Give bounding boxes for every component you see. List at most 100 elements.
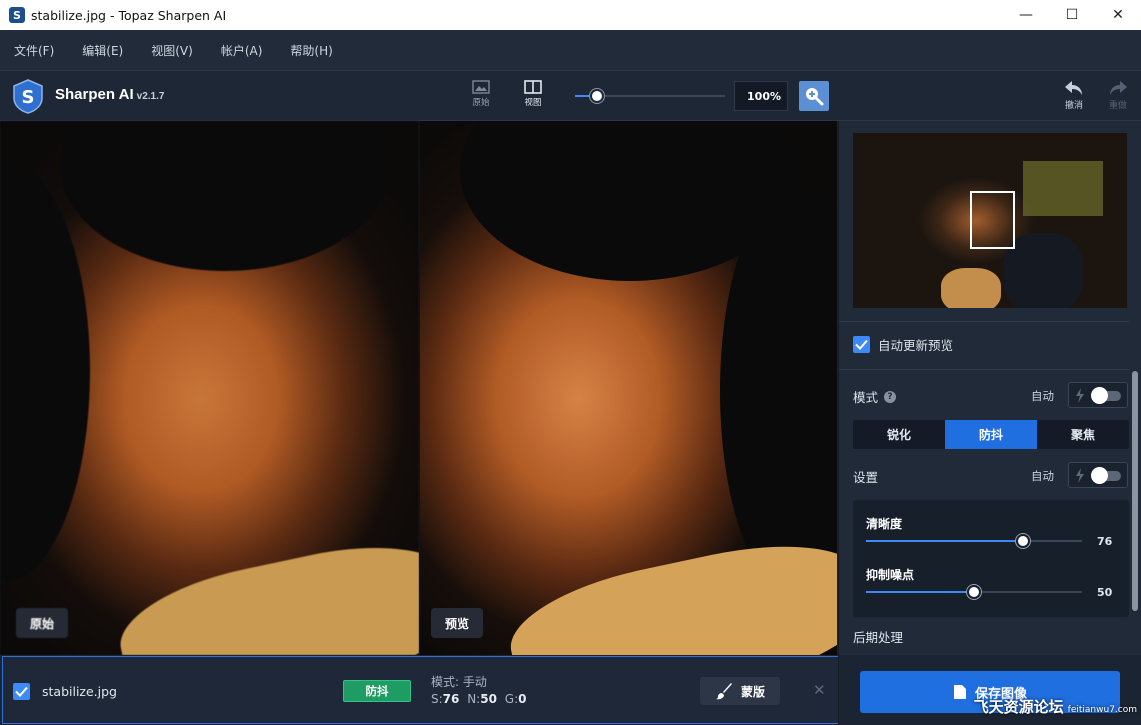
noise-suppression-label: 抑制噪点: [866, 568, 915, 582]
s-label: S:: [431, 692, 443, 706]
menu-help[interactable]: 帮助(H): [290, 42, 332, 59]
original-image-pane[interactable]: 原始: [0, 121, 419, 655]
brush-icon: [715, 683, 732, 700]
sharpness-slider-thumb[interactable]: [1016, 534, 1030, 548]
app-icon: S: [9, 7, 25, 23]
svg-text:S: S: [22, 87, 35, 108]
thumbnail-shoulder: [941, 268, 1001, 308]
toggle-knob: [1091, 467, 1108, 484]
settings-auto-label: 自动: [1031, 469, 1054, 483]
original-view-label: 原始: [472, 98, 490, 108]
mode-auto-label: 自动: [1031, 389, 1054, 403]
window-title: stabilize.jpg - Topaz Sharpen AI: [31, 7, 227, 23]
thumbnail-background-light: [1023, 161, 1103, 216]
remove-file-button[interactable]: ✕: [813, 681, 826, 699]
mode-sharpen-tab[interactable]: 锐化: [853, 420, 945, 449]
watermark: 飞天资源论坛 feitianwu7.com: [974, 696, 1137, 717]
settings-panel: 自动更新预览 模式 ? 自动 锐化 防抖 聚焦 设置 自动 清晰度 76 抑制噪…: [838, 121, 1141, 655]
zoom-slider-thumb[interactable]: [590, 89, 604, 103]
undo-label: 撤消: [1064, 101, 1083, 111]
settings-title: 设置: [853, 470, 879, 485]
original-view-button[interactable]: 原始: [461, 80, 501, 108]
separator: [839, 369, 1129, 370]
settings-auto-toggle[interactable]: [1068, 462, 1128, 488]
file-bar: stabilize.jpg 防抖 模式: 手动 S:76 N:50 G:0 蒙版…: [0, 655, 839, 725]
save-file-icon: [953, 685, 966, 699]
auto-update-checkbox[interactable]: [853, 336, 870, 353]
s-value: 76: [442, 692, 460, 706]
file-card[interactable]: stabilize.jpg 防抖 模式: 手动 S:76 N:50 G:0 蒙版…: [2, 656, 839, 724]
zoom-in-icon: [806, 88, 824, 106]
thumbnail-figure: [1003, 233, 1083, 308]
help-icon[interactable]: ?: [884, 390, 897, 403]
watermark-domain: feitianwu7.com: [1067, 705, 1137, 715]
brand-version: v2.1.7: [136, 91, 165, 102]
sharpness-value: 76: [1097, 535, 1113, 548]
mode-badge: 防抖: [343, 680, 411, 702]
zoom-button[interactable]: [799, 81, 829, 111]
redo-label: 重做: [1108, 101, 1127, 111]
mode-stabilize-tab[interactable]: 防抖: [945, 420, 1037, 449]
navigator-viewport-box[interactable]: [970, 191, 1015, 249]
lightning-icon: [1076, 388, 1084, 403]
toggle-knob: [1091, 387, 1108, 404]
separator: [839, 321, 1129, 322]
navigator-thumbnail[interactable]: [853, 133, 1127, 308]
g-label: G:: [504, 692, 519, 706]
save-area: 保存图像 飞天资源论坛 feitianwu7.com: [838, 655, 1141, 725]
noise-suppression-value: 50: [1097, 586, 1113, 599]
redo-button[interactable]: 重做: [1102, 79, 1134, 111]
sharpness-slider-fill: [866, 540, 1030, 542]
toolbar: S Sharpen AI v2.1.7 原始 视图 100% 撤消 重做: [0, 70, 1141, 121]
auto-update-label: 自动更新预览: [878, 338, 954, 353]
noise-suppression-slider-fill: [866, 591, 974, 593]
mode-selector: 锐化 防抖 聚焦: [853, 420, 1129, 449]
image-icon: [472, 80, 490, 94]
noise-suppression-slider-thumb[interactable]: [967, 585, 981, 599]
menu-account[interactable]: 帐户(A): [221, 42, 263, 59]
lightning-icon: [1076, 468, 1084, 483]
mask-button[interactable]: 蒙版: [700, 677, 780, 705]
sharpness-label: 清晰度: [866, 517, 903, 531]
hair-shape: [60, 121, 390, 271]
split-view-label: 视图: [524, 98, 542, 108]
title-bar: S stabilize.jpg - Topaz Sharpen AI — ☐ ✕: [0, 0, 1141, 30]
panel-scrollbar[interactable]: [1132, 371, 1138, 611]
close-button[interactable]: ✕: [1095, 0, 1141, 30]
split-view-button[interactable]: 视图: [513, 80, 553, 108]
mode-focus-tab[interactable]: 聚焦: [1037, 420, 1129, 449]
zoom-input[interactable]: 100%: [734, 81, 788, 111]
slider-group: 清晰度 76 抑制噪点 50: [853, 500, 1129, 617]
undo-icon: [1065, 81, 1082, 95]
file-mode-text: 模式: 手动: [431, 675, 487, 689]
redo-icon: [1110, 81, 1127, 95]
check-icon: [15, 686, 28, 697]
n-value: 50: [480, 692, 497, 706]
mask-label: 蒙版: [740, 684, 765, 699]
menu-bar: 文件(F) 编辑(E) 视图(V) 帐户(A) 帮助(H): [0, 30, 1141, 70]
auto-update-row[interactable]: 自动更新预览: [853, 335, 953, 354]
file-settings-summary: S:76 N:50 G:0: [431, 692, 526, 706]
file-checkbox[interactable]: [13, 683, 30, 700]
preview-image-pane[interactable]: 预览: [420, 121, 837, 655]
menu-view[interactable]: 视图(V): [151, 42, 193, 59]
post-processing-title: 后期处理: [853, 630, 904, 645]
maximize-button[interactable]: ☐: [1049, 0, 1095, 30]
sharpen-logo-icon: S: [13, 79, 43, 114]
shoulder-shape: [110, 527, 419, 655]
mode-title-text: 模式: [853, 390, 879, 405]
file-name: stabilize.jpg: [42, 684, 117, 699]
mode-auto-toggle[interactable]: [1068, 382, 1128, 408]
minimize-button[interactable]: —: [1003, 0, 1049, 30]
brand-name: Sharpen AI v2.1.7: [55, 86, 164, 103]
preview-label: 预览: [431, 608, 484, 638]
mode-title: 模式 ?: [853, 387, 897, 406]
check-icon: [855, 339, 868, 350]
n-label: N:: [467, 692, 481, 706]
split-view-icon: [524, 80, 542, 94]
menu-edit[interactable]: 编辑(E): [82, 42, 123, 59]
menu-file[interactable]: 文件(F): [14, 42, 54, 59]
window-controls: — ☐ ✕: [1003, 0, 1141, 30]
undo-button[interactable]: 撤消: [1058, 79, 1090, 111]
original-label: 原始: [16, 608, 69, 638]
